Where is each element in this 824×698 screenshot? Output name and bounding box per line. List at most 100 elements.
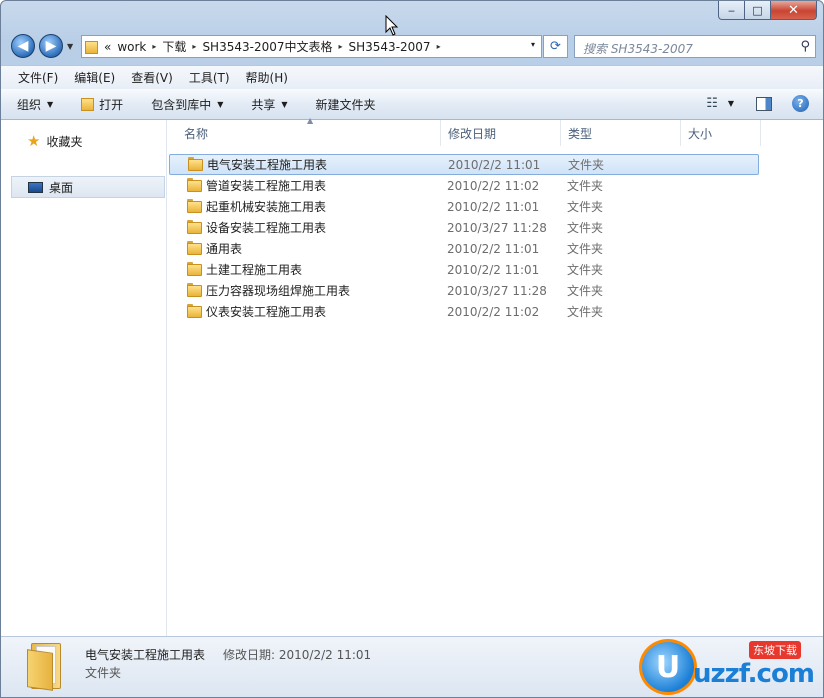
minimize-button[interactable]: ‒ <box>718 1 745 20</box>
address-bar[interactable]: « work ▸ 下载 ▸ SH3543-2007中文表格 ▸ SH3543-2… <box>81 35 542 58</box>
include-library-button[interactable]: 包含到库中 ▼ <box>151 96 223 113</box>
file-date: 2010/3/27 11:28 <box>447 283 547 298</box>
file-date: 2010/2/2 11:01 <box>448 157 541 172</box>
folder-icon <box>187 178 202 192</box>
close-button[interactable]: ✕ <box>771 1 817 20</box>
file-type: 文件夹 <box>568 158 605 172</box>
file-type: 文件夹 <box>567 284 604 298</box>
file-row[interactable]: 仪表安装工程施工用表 2010/2/2 11:02 文件夹 <box>167 301 767 322</box>
file-name: 通用表 <box>206 242 243 256</box>
menu-bar: 文件(F) 编辑(E) 查看(V) 工具(T) 帮助(H) <box>1 65 823 89</box>
file-row[interactable]: 设备安装工程施工用表 2010/3/27 11:28 文件夹 <box>167 217 767 238</box>
forward-arrow-icon: ▶ <box>45 38 57 54</box>
refresh-button[interactable]: ⟳ <box>543 35 568 58</box>
address-separator-icon[interactable]: ▸ <box>192 42 196 51</box>
address-separator-icon[interactable]: ▸ <box>339 42 343 51</box>
command-bar: 组织 ▼ 打开 包含到库中 ▼ 共享 ▼ 新建文件夹 ☷ ▼ ? <box>1 89 823 120</box>
file-type: 文件夹 <box>567 200 604 214</box>
file-row[interactable]: 管道安装工程施工用表 2010/2/2 11:02 文件夹 <box>167 175 767 196</box>
navigation-pane: ★ 收藏夹 桌面 <box>1 120 167 636</box>
large-folder-icon <box>27 643 65 691</box>
file-name: 设备安装工程施工用表 <box>206 221 327 235</box>
file-name: 电气安装工程施工用表 <box>207 158 328 172</box>
file-type: 文件夹 <box>567 179 604 193</box>
view-options-icon[interactable]: ☷ <box>706 96 718 111</box>
help-icon[interactable]: ? <box>792 95 809 112</box>
forward-button[interactable]: ▶ <box>39 34 63 58</box>
search-placeholder: 搜索 SH3543-2007 <box>583 42 693 56</box>
caption-buttons: ‒ □ ✕ <box>718 1 817 20</box>
file-row[interactable]: 电气安装工程施工用表 2010/2/2 11:01 文件夹 <box>169 154 759 175</box>
address-segment-downloads[interactable]: 下载 <box>162 38 186 55</box>
details-type: 文件夹 <box>85 666 122 680</box>
nav-item-favorites[interactable]: ★ 收藏夹 <box>27 130 82 152</box>
file-type: 文件夹 <box>567 242 604 256</box>
folder-icon <box>187 304 202 318</box>
file-row[interactable]: 压力容器现场组焊施工用表 2010/3/27 11:28 文件夹 <box>167 280 767 301</box>
dropdown-arrow-icon: ▼ <box>217 99 224 109</box>
file-date: 2010/2/2 11:01 <box>447 241 540 256</box>
address-dropdown-icon[interactable]: ▾ <box>531 40 535 49</box>
address-overflow[interactable]: « <box>104 40 111 54</box>
recent-pages-dropdown[interactable]: ▼ <box>67 42 73 51</box>
menu-tools[interactable]: 工具(T) <box>189 69 230 86</box>
menu-edit[interactable]: 编辑(E) <box>74 69 115 86</box>
open-folder-icon <box>81 97 95 111</box>
organize-button[interactable]: 组织 ▼ <box>17 96 53 113</box>
file-type: 文件夹 <box>567 263 604 277</box>
preview-pane-icon[interactable] <box>756 96 772 111</box>
address-segment-current[interactable]: SH3543-2007 <box>349 40 431 54</box>
organize-label: 组织 <box>17 97 42 112</box>
folder-icon <box>187 241 202 255</box>
details-pane: 电气安装工程施工用表 修改日期: 2010/2/2 11:01 文件夹 U uz… <box>1 636 823 697</box>
file-date: 2010/2/2 11:02 <box>447 178 540 193</box>
menu-help[interactable]: 帮助(H) <box>246 69 288 86</box>
column-header-name[interactable]: 名称 <box>177 120 441 146</box>
folder-icon <box>85 40 98 54</box>
watermark-tag: 东坡下载 <box>749 641 801 659</box>
address-separator-icon[interactable]: ▸ <box>437 42 441 51</box>
column-size-label: 大小 <box>688 126 713 141</box>
open-label: 打开 <box>99 97 124 112</box>
search-icon[interactable]: ⚲ <box>800 39 810 54</box>
maximize-button[interactable]: □ <box>745 1 771 20</box>
address-separator-icon[interactable]: ▸ <box>152 42 156 51</box>
folder-icon <box>187 283 202 297</box>
mouse-cursor-icon <box>385 15 399 36</box>
column-header-size[interactable]: 大小 <box>681 120 761 146</box>
watermark-logo: U uzzf.com 东坡下载 <box>639 639 815 695</box>
desktop-icon <box>28 181 43 193</box>
search-box[interactable]: 搜索 SH3543-2007 ⚲ <box>574 35 816 58</box>
title-bar[interactable]: ‒ □ ✕ <box>1 1 823 31</box>
new-folder-label: 新建文件夹 <box>315 97 376 112</box>
favorites-label: 收藏夹 <box>46 134 83 149</box>
address-segment-tables[interactable]: SH3543-2007中文表格 <box>202 38 332 55</box>
file-name: 仪表安装工程施工用表 <box>206 305 327 319</box>
menu-file[interactable]: 文件(F) <box>18 69 58 86</box>
file-name: 土建工程施工用表 <box>206 263 303 277</box>
column-date-label: 修改日期 <box>448 126 497 141</box>
column-header-date[interactable]: 修改日期 <box>441 120 561 146</box>
open-button[interactable]: 打开 <box>81 96 123 113</box>
file-row[interactable]: 土建工程施工用表 2010/2/2 11:01 文件夹 <box>167 259 767 280</box>
back-button[interactable]: ◀ <box>11 34 35 58</box>
file-date: 2010/2/2 11:01 <box>447 199 540 214</box>
nav-item-desktop[interactable]: 桌面 <box>11 176 165 198</box>
address-segment-work[interactable]: work <box>117 40 146 54</box>
content-area: ★ 收藏夹 桌面 ▲ 名称 修改日期 类型 大小 电气安装工程施工用表 2010… <box>1 116 823 636</box>
file-row[interactable]: 通用表 2010/2/2 11:01 文件夹 <box>167 238 767 259</box>
desktop-label: 桌面 <box>49 180 74 195</box>
navigation-row: ◀ ▶ ▼ « work ▸ 下载 ▸ SH3543-2007中文表格 ▸ SH… <box>1 31 823 63</box>
view-dropdown-icon[interactable]: ▼ <box>728 99 734 108</box>
new-folder-button[interactable]: 新建文件夹 <box>316 96 376 113</box>
column-header-type[interactable]: 类型 <box>561 120 681 146</box>
column-name-label: 名称 <box>184 126 209 141</box>
details-name: 电气安装工程施工用表 <box>85 648 206 662</box>
menu-view[interactable]: 查看(V) <box>131 69 173 86</box>
file-type: 文件夹 <box>567 221 604 235</box>
explorer-window: ‒ □ ✕ ◀ ▶ ▼ « work ▸ 下载 ▸ SH3543-2007中文表… <box>0 0 824 698</box>
share-button[interactable]: 共享 ▼ <box>251 96 287 113</box>
folder-icon <box>187 262 202 276</box>
file-row[interactable]: 起重机械安装施工用表 2010/2/2 11:01 文件夹 <box>167 196 767 217</box>
details-modified: 修改日期: 2010/2/2 11:01 <box>223 648 372 662</box>
